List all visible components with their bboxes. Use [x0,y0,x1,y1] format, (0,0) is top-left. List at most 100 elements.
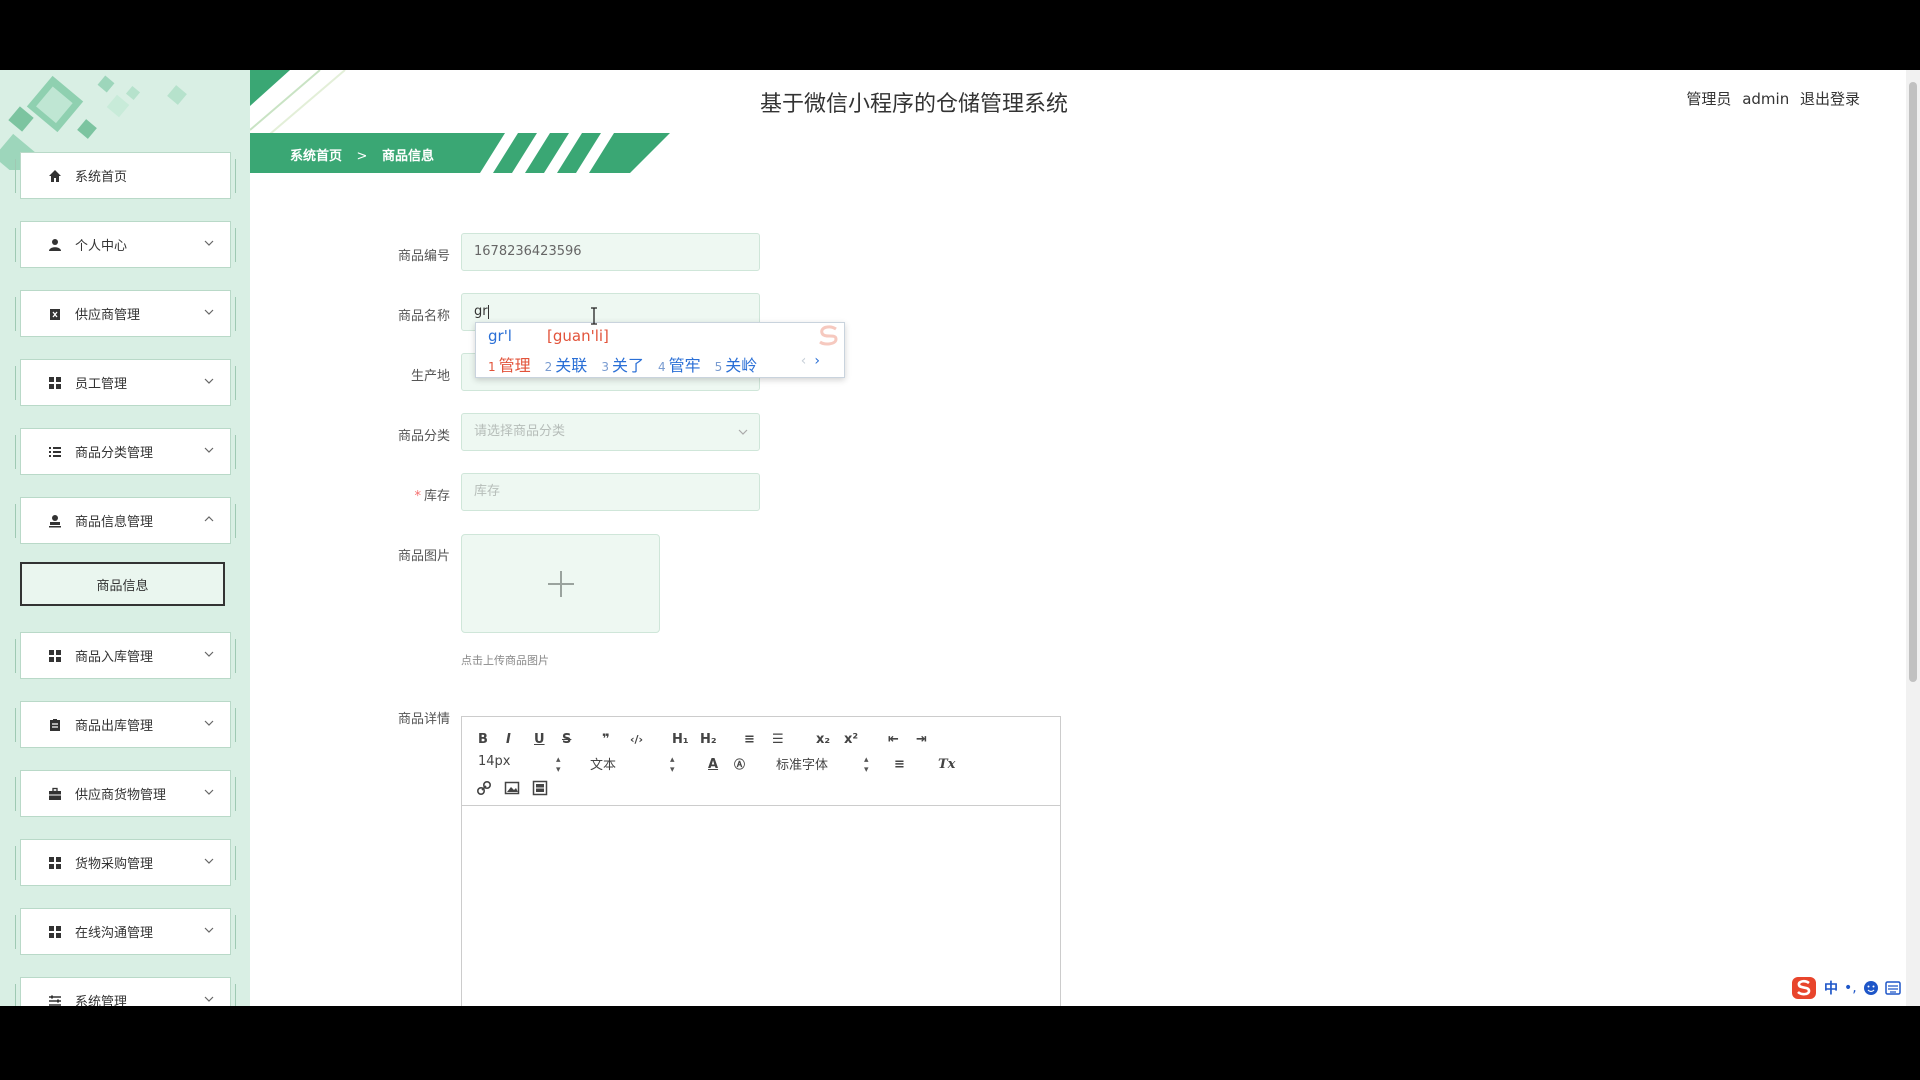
code-button[interactable]: ‹/› [630,730,643,748]
strike-button[interactable]: S [562,730,571,748]
clear-format-button[interactable]: Tx [938,755,955,773]
sidebar-item-products[interactable]: 商品信息管理 [15,497,236,544]
scrollbar-thumb[interactable] [1909,82,1917,682]
punctuation-icon[interactable]: •, [1844,980,1857,996]
sidebar-subitem-product-info[interactable]: 商品信息 [20,562,225,606]
image-label: 商品图片 [397,549,450,564]
sidebar-item-supplier-goods[interactable]: 供应商货物管理 [15,770,236,817]
grid-icon [47,855,63,871]
editor-content[interactable] [462,806,1060,1006]
breadcrumb-home[interactable]: 系统首页 [290,149,342,164]
bold-button[interactable]: B [478,730,488,748]
video-button[interactable] [532,779,548,797]
sidebar: 系统首页 个人中心 供应商管理 员工管理 商品分类管理 商品信息管理 商品信息 … [0,70,250,1006]
grid-icon [47,375,63,391]
ime-candidate[interactable]: 5 关岭 [715,352,758,376]
link-icon [476,780,492,796]
sidebar-item-label: 货物采购管理 [75,857,154,872]
emoji-icon[interactable] [1863,980,1879,996]
superscript-button[interactable]: x² [844,730,858,748]
font-family-select[interactable]: 标准字体 ▴ ▾ [776,754,871,775]
sidebar-item-stock-out[interactable]: 商品出库管理 [15,701,236,748]
blockquote-button[interactable]: ❞ [602,730,610,748]
category-label: 商品分类 [397,429,450,444]
block-format-value: 文本 [590,758,617,773]
sidebar-item-purchasing[interactable]: 货物采购管理 [15,839,236,886]
required-mark: * [414,489,421,504]
sidebar-item-label: 商品入库管理 [75,650,154,665]
sidebar-item-label: 系统管理 [75,995,128,1006]
clipboard-icon [47,717,63,733]
h2-button[interactable]: H₂ [700,730,717,748]
ordered-list-button[interactable]: ≡ [744,730,755,748]
sidebar-item-chat[interactable]: 在线沟通管理 [15,908,236,955]
ime-candidate[interactable]: 4 管牢 [658,352,701,376]
header: 基于微信小程序的仓储管理系统 管理员 admin 退出登录 [250,70,1920,134]
sidebar-item-staff[interactable]: 员工管理 [15,359,236,406]
ime-next-page-button[interactable]: › [814,353,820,369]
ime-pinyin: [guan'li] [547,327,609,345]
candidate-text: 管牢 [668,356,701,375]
sidebar-item-label: 供应商货物管理 [75,788,167,803]
font-color-button[interactable]: A [708,755,718,773]
chevron-down-icon [204,720,214,726]
candidate-text: 关了 [611,356,644,375]
font-size-select[interactable]: 14px ▴ ▾ [478,754,563,775]
candidate-number: 3 [601,360,609,374]
chevron-down-icon [204,240,214,246]
ime-language-indicator[interactable]: 中 [1824,978,1838,998]
page-scrollbar[interactable] [1906,70,1920,1006]
candidate-number: 5 [714,360,723,374]
chevron-down-icon [204,789,214,795]
clipboard-icon [47,306,63,322]
sidebar-item-profile[interactable]: 个人中心 [15,221,236,268]
sogou-watermark-icon [819,325,838,346]
sidebar-item-label: 个人中心 [75,239,128,254]
ime-typed-text: gr'l [488,327,512,345]
text-cursor-pointer-icon [591,307,597,325]
ime-candidate-popup: gr'l [guan'li] 1 管理 2 关联 3 关了 4 管牢 5 关岭 ‹ › [475,322,845,378]
username: admin [1742,90,1790,108]
sidebar-item-categories[interactable]: 商品分类管理 [15,428,236,475]
sidebar-item-system[interactable]: 系统管理 [15,977,236,1006]
image-button[interactable] [504,779,520,797]
sidebar-item-label: 商品分类管理 [75,446,154,461]
bullet-list-button[interactable]: ☰ [772,730,784,748]
outdent-button[interactable]: ⇤ [888,730,899,748]
chevron-down-icon [204,858,214,864]
subscript-button[interactable]: x₂ [816,730,830,748]
video-icon [532,780,548,796]
code-field[interactable]: 1678236423596 [461,233,760,271]
ime-candidate[interactable]: 2 关联 [545,352,588,376]
indent-button[interactable]: ⇥ [916,730,927,748]
underline-button[interactable]: U [534,730,545,748]
sidebar-item-label: 系统首页 [75,170,128,185]
sidebar-item-home[interactable]: 系统首页 [15,152,236,199]
background-color-button[interactable]: Ⓐ [734,755,745,773]
logout-link[interactable]: 退出登录 [1800,90,1860,108]
sidebar-item-suppliers[interactable]: 供应商管理 [15,290,236,337]
italic-button[interactable]: I [506,730,511,748]
sidebar-item-label: 员工管理 [75,377,128,392]
link-button[interactable] [476,779,492,797]
grid-icon [47,648,63,664]
sidebar-item-stock-in[interactable]: 商品入库管理 [15,632,236,679]
block-format-select[interactable]: 文本 ▴ ▾ [590,754,675,775]
user-area: 管理员 admin 退出登录 [1680,88,1860,109]
ime-candidate[interactable]: 3 关了 [601,352,644,376]
stock-label: * 库存 [350,485,450,504]
home-icon [47,168,63,184]
stock-field[interactable]: 库存 [461,473,760,511]
category-select[interactable]: 请选择商品分类 [461,413,760,451]
code-label: 商品编号 [397,249,450,264]
stamp-icon [47,513,63,529]
sidebar-item-label: 商品信息管理 [75,515,154,530]
ime-prev-page-button[interactable]: ‹ [801,353,807,369]
grid-icon [47,924,63,940]
sogou-logo-icon[interactable] [1790,976,1818,1000]
align-button[interactable]: ≡ [894,755,905,773]
keyboard-icon[interactable] [1884,981,1901,995]
image-upload[interactable] [461,534,660,633]
h1-button[interactable]: H₁ [672,730,689,748]
ime-candidate[interactable]: 1 管理 [488,352,531,376]
